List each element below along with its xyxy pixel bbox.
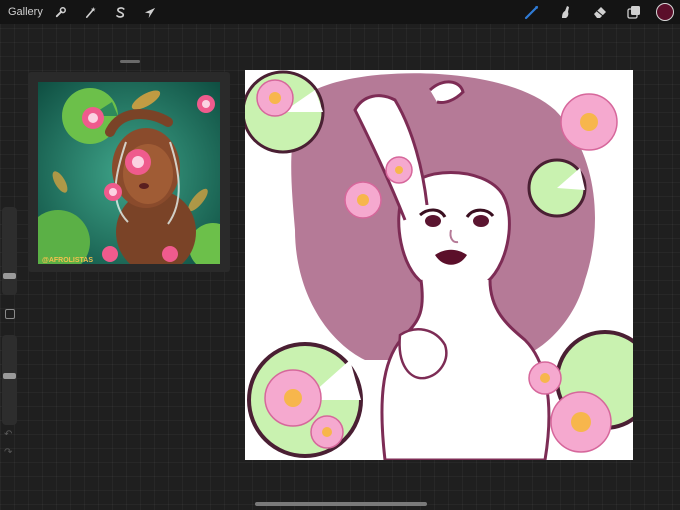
opacity-handle[interactable] — [3, 372, 16, 379]
reference-panel[interactable]: @AFROLISTAS — [28, 60, 230, 272]
home-indicator[interactable] — [255, 502, 427, 506]
adjustments-button[interactable] — [83, 4, 99, 20]
selection-s-icon — [116, 6, 125, 18]
right-tool-group — [506, 3, 674, 21]
square-modify-icon[interactable] — [5, 309, 15, 319]
eraser-tool-button[interactable] — [592, 4, 608, 20]
magic-wand-icon — [86, 6, 96, 18]
brush-tool-button[interactable] — [524, 4, 540, 20]
redo-icon[interactable]: ↷ — [4, 447, 12, 458]
left-sidebar: ↶ ↷ — [0, 207, 19, 465]
layers-button[interactable] — [626, 4, 642, 20]
drawing-canvas[interactable] — [241, 70, 655, 462]
wrench-icon — [56, 6, 67, 17]
gallery-button[interactable]: Gallery — [8, 6, 43, 18]
eraser-icon — [594, 7, 606, 18]
opacity-slider[interactable] — [2, 335, 17, 425]
brush-size-handle[interactable] — [3, 272, 16, 279]
brush-icon — [524, 5, 539, 20]
reference-drag-handle[interactable] — [120, 60, 140, 63]
brush-size-slider[interactable] — [2, 207, 17, 295]
artwork — [241, 70, 655, 462]
reference-watermark: @AFROLISTAS — [42, 257, 93, 264]
smudge-tool-button[interactable] — [558, 4, 574, 20]
layers-icon — [627, 6, 640, 19]
color-picker-button[interactable] — [656, 3, 674, 21]
transform-button[interactable] — [143, 4, 159, 20]
smudge-icon — [562, 6, 569, 18]
selection-button[interactable] — [113, 4, 129, 20]
arrow-cursor-icon — [145, 7, 156, 18]
reference-image: @AFROLISTAS — [38, 82, 220, 264]
actions-button[interactable] — [53, 4, 69, 20]
top-toolbar: Gallery — [0, 0, 680, 24]
undo-icon[interactable]: ↶ — [4, 429, 12, 440]
